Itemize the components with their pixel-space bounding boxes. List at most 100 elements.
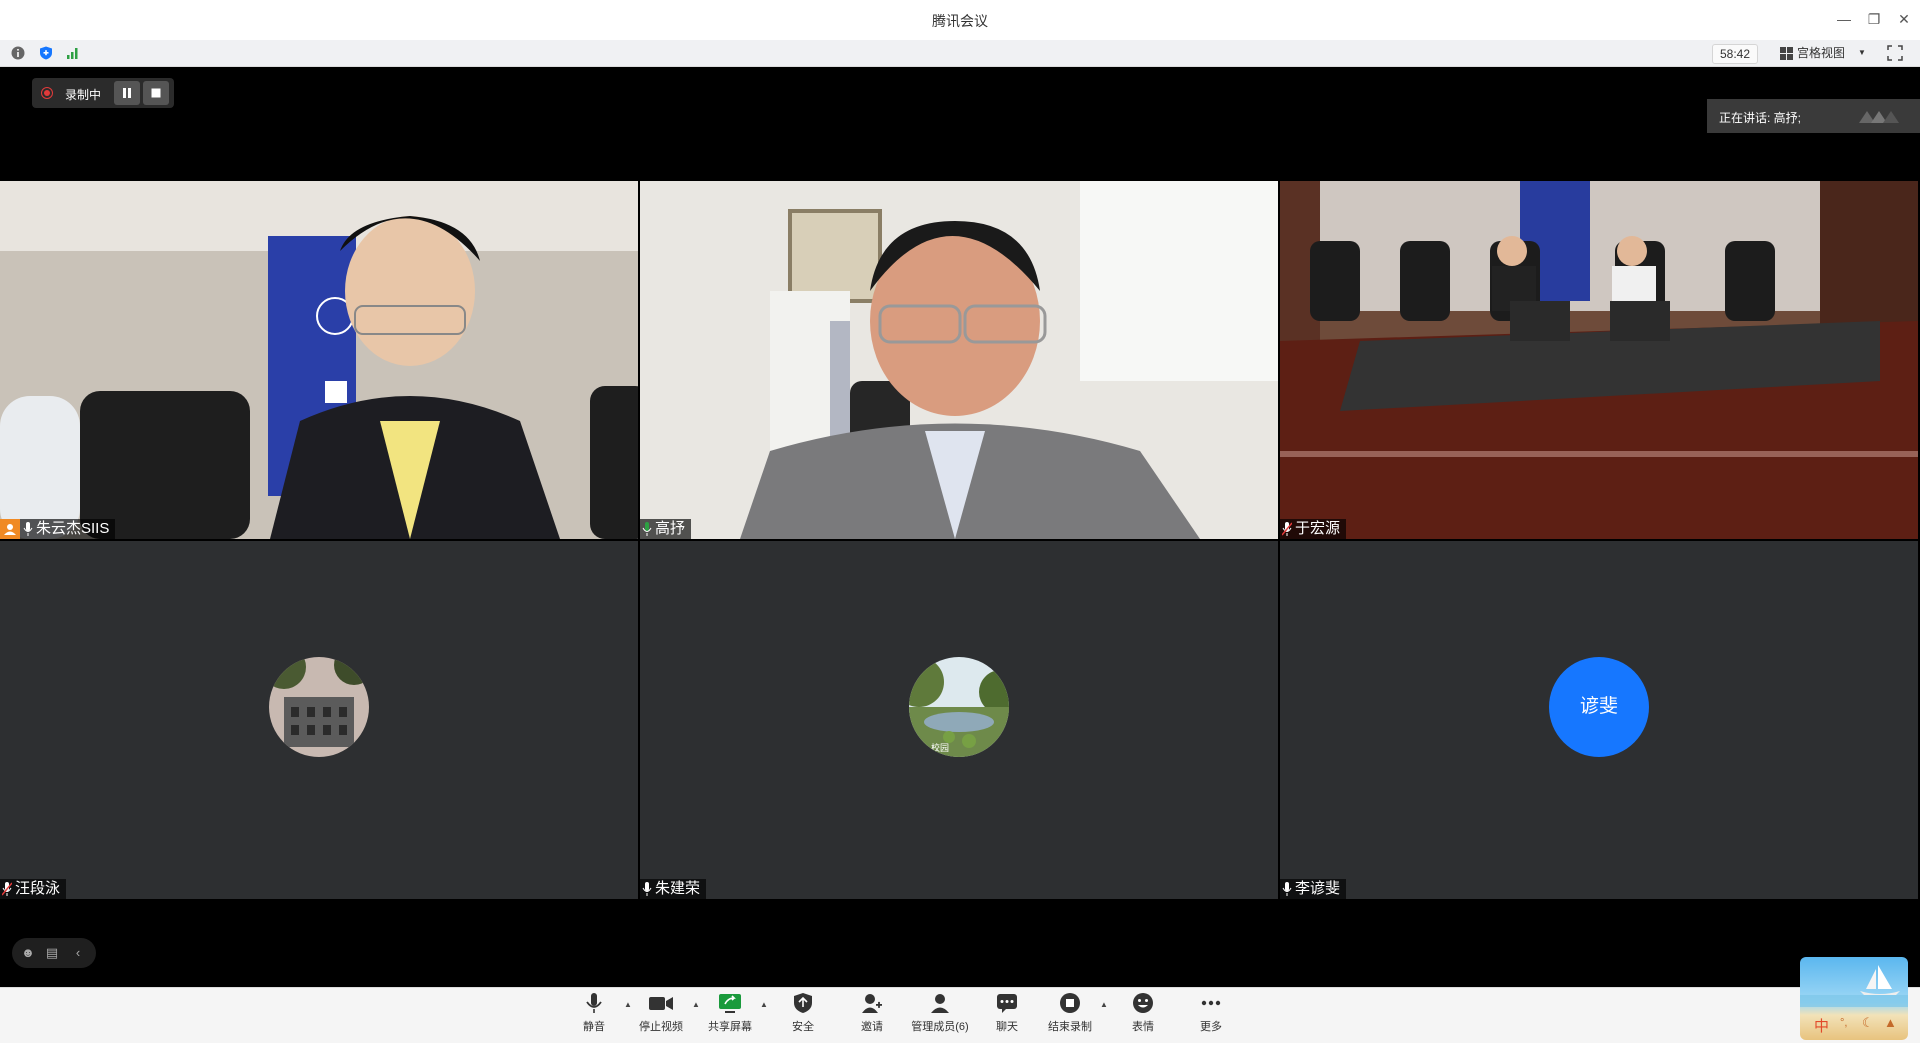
avatar: 校园: [909, 657, 1009, 757]
invite-button[interactable]: 邀请: [854, 992, 890, 1038]
record-dot-icon: [41, 87, 53, 99]
meeting-timer: 58:42: [1712, 44, 1758, 64]
shirt-icon: ▲: [1884, 1015, 1897, 1030]
reactions-button[interactable]: 表情: [1125, 992, 1161, 1038]
security-label: 安全: [792, 1021, 814, 1033]
stop-icon: [151, 88, 161, 98]
participant-video: [0, 181, 638, 539]
more-icon: [1201, 1000, 1221, 1006]
close-icon[interactable]: ✕: [1894, 9, 1914, 29]
fullscreen-icon[interactable]: [1887, 45, 1903, 61]
participant-tile-5[interactable]: 校园 朱建荣: [640, 541, 1278, 899]
more-button[interactable]: 更多: [1193, 992, 1229, 1038]
end-recording-button[interactable]: 结束录制: [1045, 992, 1095, 1038]
participant-name: 高抒: [655, 520, 686, 537]
invite-icon: [862, 994, 882, 1013]
more-label: 更多: [1200, 1021, 1222, 1033]
participant-namebar: 李谚斐: [1280, 879, 1347, 899]
microphone-active-icon: [642, 522, 652, 536]
view-mode-dropdown[interactable]: 宫格视图 ▼: [1780, 44, 1868, 62]
end-recording-label: 结束录制: [1048, 1021, 1092, 1033]
participant-tile-4[interactable]: 汪段泳: [0, 541, 638, 899]
video-options-caret[interactable]: ▲: [691, 1000, 701, 1010]
participant-tile-1[interactable]: 朱云杰SIIS: [0, 181, 638, 539]
manage-members-label: 管理成员(6): [911, 1021, 969, 1033]
speaking-indicator: 正在讲话: 高抒;: [1707, 99, 1920, 133]
microphone-icon: [642, 882, 652, 896]
share-screen-icon: [719, 994, 741, 1013]
mute-label: 静音: [583, 1021, 605, 1033]
participant-tile-2[interactable]: 高抒: [640, 181, 1278, 539]
recording-panel: 录制中: [32, 78, 174, 108]
chat-button[interactable]: 聊天: [989, 992, 1025, 1038]
reactions-label: 表情: [1132, 1021, 1154, 1033]
manage-members-button[interactable]: 管理成员(6): [905, 992, 975, 1038]
share-screen-label: 共享屏幕: [708, 1021, 752, 1033]
host-icon: [0, 519, 20, 539]
invite-label: 邀请: [861, 1021, 883, 1033]
pause-icon: [123, 88, 131, 98]
participant-name: 汪段泳: [15, 880, 61, 897]
stop-recording-button[interactable]: [143, 81, 169, 105]
window-title: 腾讯会议: [932, 13, 988, 29]
minimize-icon[interactable]: —: [1834, 9, 1854, 29]
caption-icon[interactable]: ▤: [44, 945, 60, 961]
title-bar: 腾讯会议 — ❐ ✕: [0, 0, 1920, 40]
shield-icon: [794, 993, 812, 1013]
participant-video: [640, 181, 1278, 539]
pause-recording-button[interactable]: [114, 81, 140, 105]
participant-tile-3[interactable]: 于宏源: [1280, 181, 1918, 539]
mute-options-caret[interactable]: ▲: [623, 1000, 633, 1010]
microphone-icon: [23, 522, 33, 536]
participant-namebar: 汪段泳: [0, 879, 67, 899]
chat-icon: [997, 994, 1017, 1013]
participant-name: 朱云杰SIIS: [36, 520, 110, 537]
participant-namebar: 朱建荣: [640, 879, 707, 899]
speaking-wave-icon: [1859, 111, 1899, 123]
share-options-caret[interactable]: ▲: [759, 1000, 769, 1010]
participant-name: 于宏源: [1295, 520, 1341, 537]
shield-icon[interactable]: [39, 46, 53, 60]
collapse-icon[interactable]: ‹: [70, 945, 86, 961]
participant-tile-6[interactable]: 谚斐 李谚斐: [1280, 541, 1918, 899]
info-icon[interactable]: [11, 46, 25, 60]
punctuation-icon: °,: [1840, 1017, 1848, 1029]
signal-icon[interactable]: [66, 46, 80, 60]
participant-name: 李谚斐: [1295, 880, 1341, 897]
camera-icon: [649, 997, 673, 1010]
avatar: 谚斐: [1549, 657, 1649, 757]
grid-view-icon: [1780, 47, 1793, 60]
view-mode-label: 宫格视图: [1797, 46, 1846, 60]
moon-icon: ☾: [1862, 1015, 1874, 1030]
participant-name: 朱建荣: [655, 880, 701, 897]
participant-video: [1280, 181, 1918, 539]
speaking-label: 正在讲话: 高抒;: [1719, 111, 1802, 125]
meeting-toolbar: 静音 ▲ 停止视频 ▲ 共享屏幕 ▲ 安全 邀请 管理成员(6) 聊天 结束录制…: [0, 987, 1920, 1043]
ime-mode-label: 中: [1814, 1018, 1830, 1035]
recording-label: 录制中: [65, 88, 102, 102]
emoji-icon[interactable]: ☻: [20, 945, 36, 961]
avatar-caption: 校园: [931, 743, 950, 753]
stop-video-button[interactable]: 停止视频: [636, 992, 686, 1038]
recording-options-caret[interactable]: ▲: [1099, 1000, 1109, 1010]
smile-icon: [1133, 993, 1153, 1013]
participant-namebar: 朱云杰SIIS: [0, 519, 116, 539]
microphone-icon: [1282, 882, 1292, 896]
status-bar: 58:42 宫格视图 ▼: [0, 40, 1920, 67]
security-button[interactable]: 安全: [785, 992, 821, 1038]
avatar: [269, 657, 369, 757]
microphone-muted-icon: [1282, 522, 1292, 536]
restore-icon[interactable]: ❐: [1864, 9, 1884, 29]
mute-button[interactable]: 静音: [576, 992, 612, 1038]
share-screen-button[interactable]: 共享屏幕: [705, 992, 755, 1038]
chat-label: 聊天: [996, 1021, 1018, 1033]
participant-namebar: 于宏源: [1280, 519, 1347, 539]
participant-namebar: 高抒: [640, 519, 692, 539]
stop-video-label: 停止视频: [639, 1021, 683, 1033]
ime-widget[interactable]: 中 °, ☾ ▲: [1800, 957, 1908, 1040]
members-icon: [931, 994, 949, 1013]
floating-tools: ☻ ▤ ‹: [12, 938, 96, 968]
record-stop-icon: [1060, 993, 1080, 1013]
microphone-muted-icon: [2, 882, 12, 896]
microphone-icon: [586, 993, 602, 1013]
